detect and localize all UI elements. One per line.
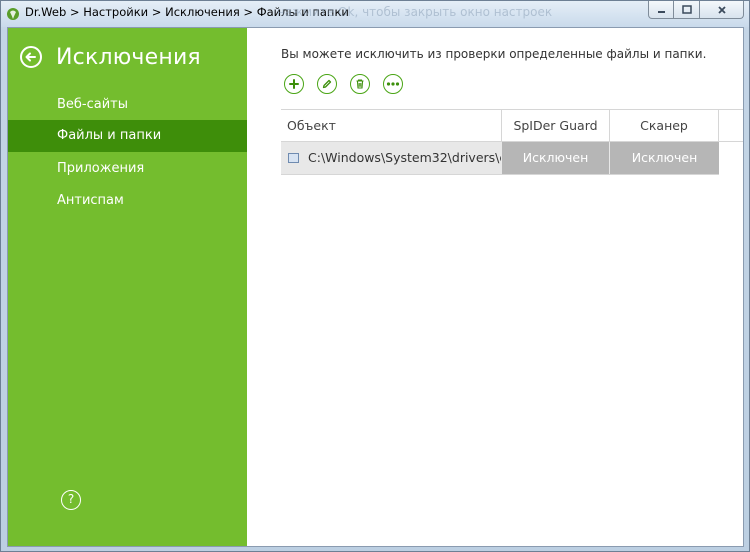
help-button[interactable]: ? <box>61 490 81 510</box>
file-icon <box>288 153 299 163</box>
sidebar-item-applications[interactable]: Приложения <box>8 153 247 185</box>
description-text: Вы можете исключить из проверки определе… <box>281 47 707 61</box>
add-button[interactable] <box>284 74 304 94</box>
minimize-button[interactable] <box>648 1 674 19</box>
exclusions-table: Объект SpIDer Guard Сканер C:\Windows\Sy… <box>281 109 743 175</box>
more-button[interactable] <box>383 74 403 94</box>
page-title: Исключения <box>56 45 201 70</box>
column-header-scanner[interactable]: Сканер <box>609 110 719 142</box>
sidebar: Исключения Веб-сайты Файлы и папки Прило… <box>8 28 247 546</box>
add-icon <box>289 79 299 89</box>
maximize-icon <box>681 5 692 14</box>
main-content: Вы можете исключить из проверки определе… <box>247 28 743 546</box>
drweb-logo-icon <box>7 8 19 20</box>
window-controls <box>648 1 744 19</box>
more-icon <box>386 82 400 86</box>
window-ghost-text: нажмите Ok, чтобы закрыть окно настроек <box>277 5 553 19</box>
edit-button[interactable] <box>317 74 337 94</box>
table-row[interactable]: C:\Windows\System32\drivers\e... Исключе… <box>281 142 719 175</box>
edit-icon <box>322 79 332 89</box>
close-icon <box>717 5 726 14</box>
maximize-button[interactable] <box>674 1 700 19</box>
back-button[interactable] <box>20 46 42 68</box>
delete-icon <box>356 79 364 89</box>
close-button[interactable] <box>700 1 744 19</box>
sidebar-item-websites[interactable]: Веб-сайты <box>8 89 247 121</box>
minimize-icon <box>657 11 665 13</box>
title-bar[interactable]: Dr.Web > Настройки > Исключения > Файлы … <box>1 1 749 27</box>
column-header-object[interactable]: Объект <box>281 110 501 142</box>
cell-spider-guard-status[interactable]: Исключен <box>501 142 609 174</box>
delete-button[interactable] <box>350 74 370 94</box>
column-header-spider-guard[interactable]: SpIDer Guard <box>501 110 609 142</box>
cell-scanner-status[interactable]: Исключен <box>609 142 719 174</box>
arrow-left-icon <box>25 52 36 62</box>
sidebar-item-antispam[interactable]: Антиспам <box>8 185 247 217</box>
object-path: C:\Windows\System32\drivers\e... <box>308 150 501 165</box>
table-header: Объект SpIDer Guard Сканер <box>281 109 743 142</box>
sidebar-item-files-folders[interactable]: Файлы и папки <box>8 120 247 152</box>
settings-panel: Исключения Веб-сайты Файлы и папки Прило… <box>7 27 744 547</box>
cell-object: C:\Windows\System32\drivers\e... <box>281 142 501 174</box>
app-window: Dr.Web > Настройки > Исключения > Файлы … <box>0 0 750 552</box>
